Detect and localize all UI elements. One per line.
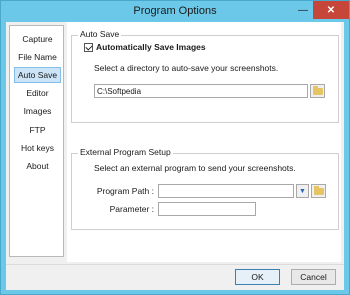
title-bar[interactable]: Program Options — ✕ <box>1 1 349 22</box>
checkbox-checked-icon[interactable] <box>84 42 93 52</box>
browse-directory-button[interactable] <box>310 84 325 98</box>
sidebar-item-editor[interactable]: Editor <box>14 85 61 101</box>
close-button[interactable]: ✕ <box>313 1 349 19</box>
browse-program-button[interactable] <box>311 184 326 198</box>
parameter-label: Parameter : <box>109 204 154 214</box>
auto-save-group: Auto Save Automatically Save Images Sele… <box>71 29 339 123</box>
external-program-group-title: External Program Setup <box>78 147 173 157</box>
auto-save-directory-field[interactable]: C:\Softpedia <box>94 84 308 98</box>
settings-panel: Auto Save Automatically Save Images Sele… <box>67 22 341 262</box>
dialog-client-area: Capture File Name Auto Save Editor Image… <box>6 22 344 290</box>
program-path-dropdown-button[interactable]: ▼ <box>296 184 309 198</box>
auto-save-group-title: Auto Save <box>78 29 122 39</box>
folder-icon <box>312 85 323 95</box>
program-options-window: Program Options — ✕ Capture File Name Au… <box>0 0 350 295</box>
ok-button[interactable]: OK <box>235 269 280 285</box>
folder-icon <box>313 185 324 195</box>
arrow-down-icon: ▼ <box>299 187 306 195</box>
sidebar-item-about[interactable]: About <box>14 158 61 174</box>
sidebar-item-images[interactable]: Images <box>14 103 61 119</box>
sidebar-item-hot-keys[interactable]: Hot keys <box>14 140 61 156</box>
auto-save-description: Select a directory to auto-save your scr… <box>94 63 279 73</box>
auto-save-checkbox[interactable]: Automatically Save Images <box>84 42 206 52</box>
sidebar-item-auto-save[interactable]: Auto Save <box>14 67 61 83</box>
parameter-field[interactable] <box>158 202 256 216</box>
program-path-field[interactable] <box>158 184 294 198</box>
sidebar-item-ftp[interactable]: FTP <box>14 122 61 138</box>
program-path-label: Program Path : <box>96 186 154 196</box>
sidebar-item-capture[interactable]: Capture <box>14 31 61 47</box>
options-sidebar: Capture File Name Auto Save Editor Image… <box>9 25 64 257</box>
footer-divider <box>6 264 344 265</box>
auto-save-checkbox-label: Automatically Save Images <box>96 42 206 52</box>
sidebar-item-file-name[interactable]: File Name <box>14 49 61 65</box>
external-program-description: Select an external program to send your … <box>94 163 296 173</box>
external-program-group: External Program Setup Select an externa… <box>71 147 339 230</box>
minimize-button[interactable]: — <box>291 1 315 19</box>
cancel-button[interactable]: Cancel <box>291 269 336 285</box>
